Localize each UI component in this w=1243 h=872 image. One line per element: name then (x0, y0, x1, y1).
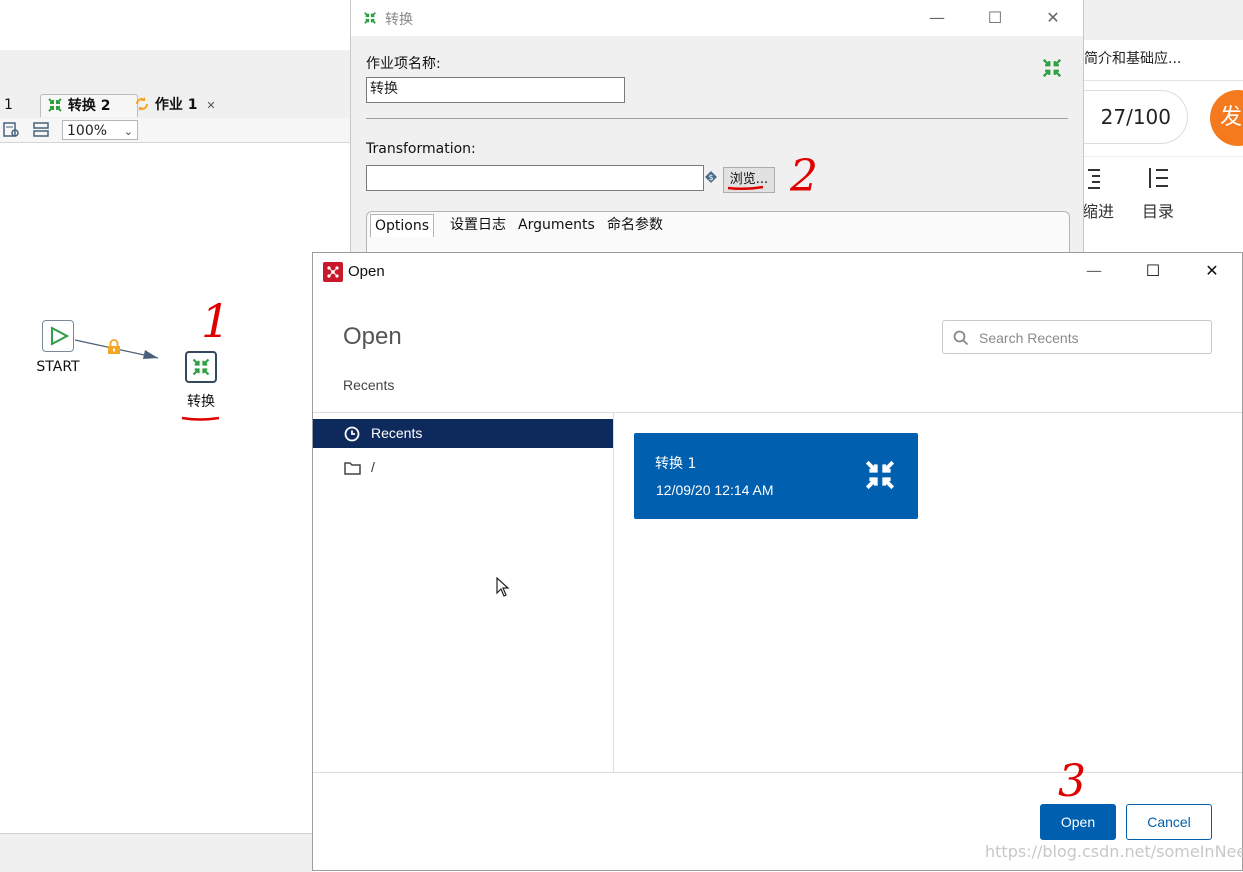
annotation-mark-3: 3 (1058, 756, 1086, 807)
annotation-mark-1: 1 (201, 294, 231, 348)
watermark: https://blog.csdn.net/someInNeed (985, 842, 1243, 861)
annotation-mark-2: 2 (790, 151, 818, 202)
underline-annotation (727, 185, 764, 191)
annotation-overlay (181, 185, 764, 421)
underline-annotation (181, 416, 220, 421)
